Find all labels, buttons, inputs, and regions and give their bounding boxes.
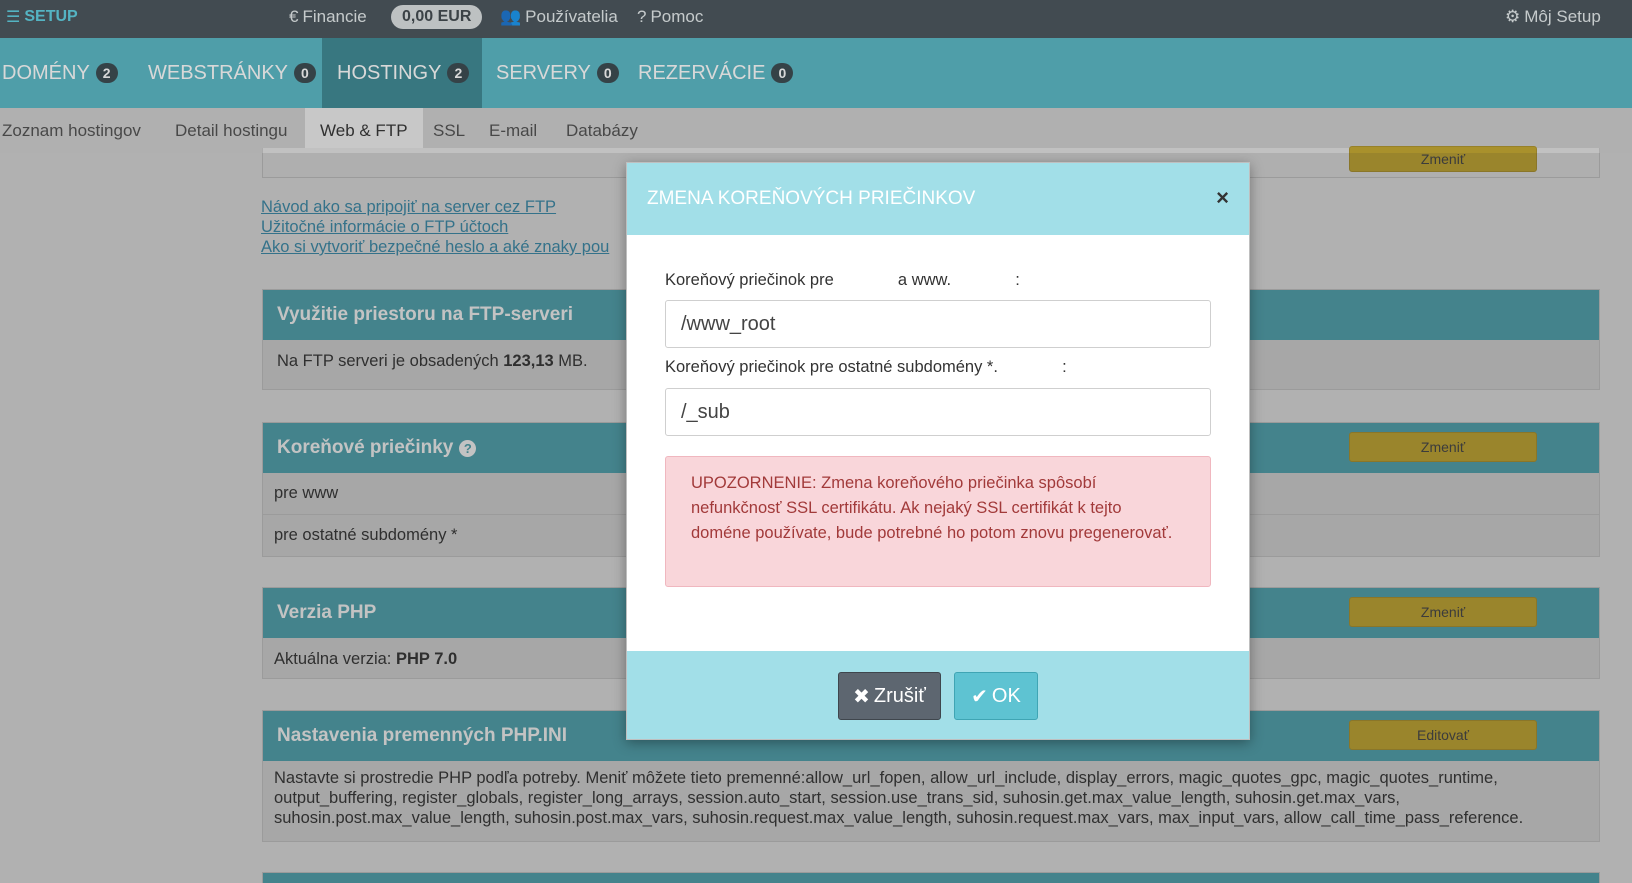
label-root-www: Koreňový priečinok pre a www. : <box>665 271 1020 289</box>
modal-body: Koreňový priečinok pre a www. : /www_roo… <box>627 235 1249 655</box>
modal-header: ZMENA KOREŇOVÝCH PRIEČINKOV × <box>627 163 1249 235</box>
root-subdomains-input[interactable]: /_sub <box>665 388 1211 436</box>
close-icon[interactable]: × <box>1216 187 1229 209</box>
modal-backdrop-top <box>0 0 1632 153</box>
root-www-input[interactable]: /www_root <box>665 300 1211 348</box>
modal-title: ZMENA KOREŇOVÝCH PRIEČINKOV <box>647 188 976 209</box>
change-root-modal: ZMENA KOREŇOVÝCH PRIEČINKOV × Koreňový p… <box>626 162 1250 740</box>
check-icon: ✔ <box>971 685 988 708</box>
ok-label: OK <box>991 684 1021 707</box>
ssl-warning-alert: UPOZORNENIE: Zmena koreňového priečinka … <box>665 456 1211 587</box>
modal-footer: ✖ Zrušiť ✔ OK <box>627 651 1249 739</box>
ok-button[interactable]: ✔ OK <box>954 672 1038 720</box>
cancel-label: Zrušiť <box>873 684 926 707</box>
close-icon: ✖ <box>853 685 870 708</box>
label-root-subdomains: Koreňový priečinok pre ostatné subdomény… <box>665 358 1067 376</box>
cancel-button[interactable]: ✖ Zrušiť <box>838 672 941 720</box>
